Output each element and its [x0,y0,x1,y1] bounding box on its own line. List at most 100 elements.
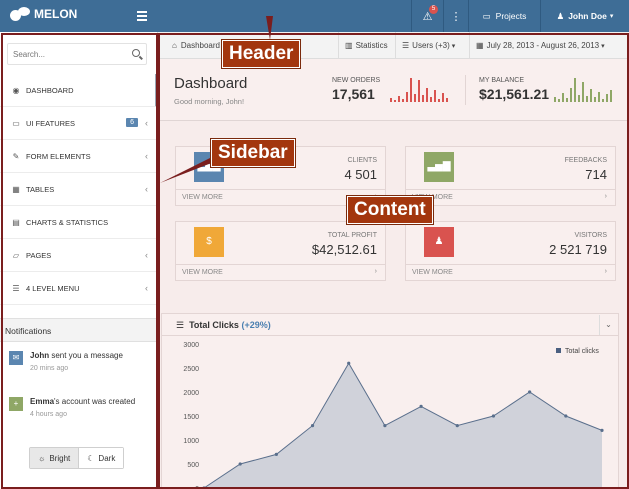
card-value: $42,512.61 [311,242,377,257]
list-icon: ☰ [12,283,20,293]
sidebar-nav: ◉ DASHBOARD ▭ UI FEATURES 6 ‹ ✎ FORM ELE… [0,74,158,305]
notification-text: John sent you a message [30,351,154,360]
y-tick-label: 2000 [183,390,199,397]
sidebar-item-pages[interactable]: ▱ PAGES ‹ [0,239,158,272]
sparkline-bar [590,89,592,102]
search-icon[interactable] [132,49,140,57]
sparkline-bar [442,93,444,102]
alerts-button[interactable]: ⚠ 5 [411,0,443,32]
more-options-button[interactable]: ⋮ [443,0,468,32]
sparkline-bar [578,95,580,102]
projects-button[interactable]: ▭ Projects [468,0,540,32]
brand-logo[interactable]: MELON [10,7,77,21]
data-point [310,424,315,428]
breadcrumb-dashboard-label: Dashboard [180,41,220,50]
breadcrumb-dashboard[interactable]: ⌂ Dashboard [166,32,220,59]
view-more-link[interactable]: VIEW MORE› [176,264,385,280]
sidebar-item-dashboard[interactable]: ◉ DASHBOARD [0,74,158,107]
sparkline-bar [394,100,396,102]
area-fill [204,363,602,488]
statistics-button[interactable]: ▥ Statistics [338,32,395,59]
sidebar-item-label: CHARTS & STATISTICS [26,217,109,227]
user-menu-button[interactable]: ♟ John Doe ▾ [540,0,629,32]
sidebar-item-charts[interactable]: ▤ CHARTS & STATISTICS [0,206,158,239]
sparkline-bar [602,99,604,102]
table-icon: ▦ [12,184,20,194]
message-icon: ✉ [9,351,23,365]
notifications-heading: Notifications [0,318,158,342]
new-orders-value: 17,561 [332,86,375,102]
view-more-link[interactable]: VIEW MORE› [406,189,615,205]
bright-theme-button[interactable]: ☼ Bright [30,448,80,468]
chevron-left-icon: ‹ [145,118,148,128]
view-more-label: VIEW MORE [412,269,453,276]
search-input[interactable] [8,44,118,64]
plus-icon: + [9,397,23,411]
collapse-toggle-button[interactable]: ⌄ [599,315,617,335]
alert-count-badge: 5 [429,5,438,14]
card-value: 4 501 [344,167,377,182]
feedbacks-card: ▃▅▇ FEEDBACKS 714 VIEW MORE› [405,146,616,206]
y-tick-label: 500 [187,462,199,469]
sparkline-bar [610,90,612,102]
sun-icon: ☼ [38,453,46,463]
bar-chart-icon: ▥ [345,41,353,50]
date-range-label: July 28, 2013 - August 26, 2013 [486,41,600,50]
sparkline-bar [418,80,420,102]
dashboard-icon: ◉ [12,85,20,95]
sidebar-item-label: PAGES [26,250,52,260]
view-more-label: VIEW MORE [182,194,223,201]
chevron-right-icon: › [604,268,607,275]
sidebar-item-4-level-menu[interactable]: ☰ 4 LEVEL MENU ‹ [0,272,158,305]
users-button[interactable]: ☰ Users (+3) ▾ [395,32,469,59]
panel-percent: (+29%) [241,320,271,330]
view-more-link[interactable]: VIEW MORE › [406,264,615,280]
sidebar-item-form-elements[interactable]: ✎ FORM ELEMENTS ‹ [0,140,158,173]
data-point [238,462,242,466]
folder-icon: ▱ [12,250,20,260]
page-header: Dashboard Good morning, John! NEW ORDERS… [158,59,629,121]
feedbacks-icon: ▃▅▇ [424,152,454,182]
page-subtitle: Good morning, John! [174,97,245,106]
calendar-icon: ▦ [476,41,484,50]
sparkline-bar [570,88,572,102]
sidebar-item-label: 4 LEVEL MENU [26,283,80,293]
sparkline-bar [566,98,568,102]
y-tick-label: 1500 [183,414,199,421]
sidebar-item-tables[interactable]: ▦ TABLES ‹ [0,173,158,206]
sidebar-search [7,43,147,65]
balance-value: $21,561.21 [479,86,550,102]
sparkline-bar [414,94,416,102]
sparkline-bar [594,97,596,102]
data-point [347,361,351,365]
main-content: ⌂ Dashboard ▥ Statistics ☰ Users (+3) ▾ … [158,32,629,489]
bar-chart-icon: ▤ [12,217,20,227]
sparkline-bar [562,93,564,102]
user-name: John Doe [568,11,607,21]
sparkline-bar [606,94,608,102]
sparkline-bar [390,98,392,102]
notification-text: Emma's account was created [30,397,154,406]
chevron-left-icon: ‹ [145,250,148,260]
sidebar-item-ui-features[interactable]: ▭ UI FEATURES 6 ‹ [0,107,158,140]
chevron-right-icon: › [374,268,377,275]
balance-sparkline [554,76,614,102]
sparkline-bar [430,97,432,102]
y-tick-label: 2500 [183,366,199,373]
panel-title: Total Clicks [189,320,239,330]
count-badge: 6 [126,118,138,127]
total-clicks-panel: ☰Total Clicks (+29%) ⌄ 05001000150020002… [161,313,619,489]
list-icon: ☰ [176,320,185,330]
dark-theme-button[interactable]: ☾ Dark [79,448,124,468]
chevron-left-icon: ‹ [145,283,148,293]
notification-message: sent you a message [49,351,123,360]
bright-label: Bright [49,453,71,463]
y-tick-label: 3000 [183,342,199,349]
notification-time: 20 mins ago [30,365,69,372]
edit-icon: ✎ [12,151,20,161]
chevron-down-icon: ▾ [609,13,614,20]
date-range-picker[interactable]: ▦ July 28, 2013 - August 26, 2013 ▾ [469,32,629,59]
sidebar-item-label: FORM ELEMENTS [26,151,91,161]
menu-toggle-icon[interactable] [137,9,147,21]
sidebar-annotation: Sidebar [211,139,295,167]
